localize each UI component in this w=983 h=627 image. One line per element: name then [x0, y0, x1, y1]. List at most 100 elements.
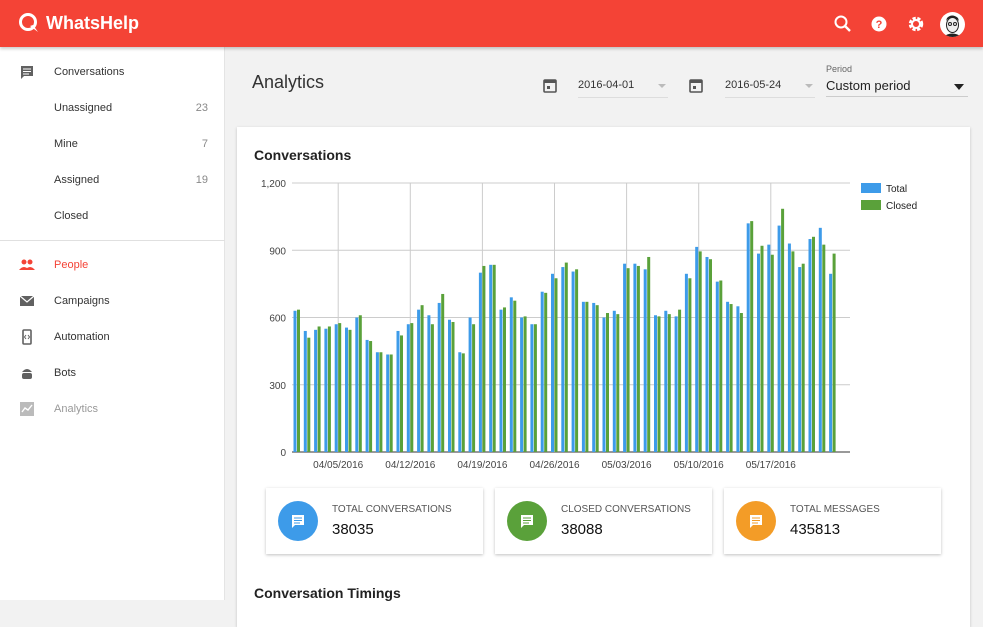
legend-swatch — [861, 183, 881, 193]
bar-closed — [492, 264, 496, 452]
bar-total — [571, 271, 575, 452]
conversations-card: Conversations 0 300 600 900 1,200 04/05/2016 0… — [237, 127, 970, 627]
bar-total — [767, 244, 771, 452]
bar-closed — [482, 265, 486, 452]
bar-closed — [379, 352, 383, 452]
period-select[interactable]: Custom period — [826, 78, 968, 97]
sidebar-item-label: Bots — [54, 367, 77, 379]
legend-label: Closed — [886, 201, 917, 212]
bar-closed — [564, 262, 568, 452]
bar-total — [736, 306, 740, 452]
bar-closed — [441, 293, 445, 452]
bar-closed — [698, 251, 702, 452]
bar-total — [355, 317, 359, 452]
start-date-value: 2016-04-01 — [578, 79, 635, 91]
automation-icon — [22, 329, 32, 345]
sidebar-item-label: Unassigned — [54, 102, 113, 114]
bar-total — [437, 302, 441, 452]
period-label: Period — [826, 64, 853, 74]
avatar[interactable] — [940, 12, 965, 37]
bar-total — [468, 317, 472, 452]
stat-card-total-conversations: TOTAL CONVERSATIONS 38035 — [266, 488, 483, 554]
bar-closed — [472, 324, 476, 452]
sidebar-item-label: Assigned — [54, 174, 100, 186]
dropdown-arrow-icon — [805, 84, 813, 88]
count-badge: 7 — [201, 138, 208, 150]
bar-total — [818, 227, 822, 452]
logo[interactable]: WhatsHelp — [18, 12, 139, 34]
sidebar-item-people[interactable]: People — [0, 247, 225, 283]
bar-total — [551, 273, 554, 452]
sidebar-item-conversations[interactable]: Conversations — [0, 54, 225, 90]
bar-closed — [750, 221, 754, 452]
stat-label: CLOSED CONVERSATIONS — [561, 504, 691, 515]
conversations-chart: 0 300 600 900 1,200 04/05/2016 04/12/2016 04/19… — [261, 179, 917, 471]
stat-label: TOTAL MESSAGES — [790, 504, 880, 515]
bar-total — [314, 329, 318, 452]
bar-closed — [297, 309, 300, 452]
android-icon — [22, 369, 32, 379]
bar-total — [509, 297, 513, 452]
page-title: Analytics — [252, 72, 325, 92]
x-tick-label: 04/19/2016 — [457, 460, 507, 471]
bar-total — [592, 302, 596, 452]
bar-closed — [358, 315, 362, 452]
y-tick-label: 600 — [269, 314, 286, 325]
y-tick-label: 300 — [269, 381, 286, 392]
bar-closed — [451, 321, 455, 452]
bar-closed — [822, 244, 826, 452]
search-icon[interactable] — [833, 14, 853, 34]
section-title-conversation-timings: Conversation Timings — [254, 585, 401, 601]
sidebar-item-automation[interactable]: Automation — [0, 319, 225, 355]
bar-total — [695, 246, 699, 452]
bar-closed — [616, 314, 620, 452]
bar-total — [345, 327, 348, 452]
bar-closed — [327, 326, 331, 452]
sidebar-item-analytics[interactable]: Analytics — [0, 391, 225, 427]
count-badge: 19 — [195, 174, 208, 186]
x-tick-label: 05/10/2016 — [674, 460, 724, 471]
sidebar-item-mine[interactable]: Mine 7 — [0, 126, 225, 162]
calendar-icon[interactable] — [543, 78, 557, 93]
bar-total — [643, 269, 647, 452]
bar-closed — [317, 326, 321, 452]
bar-total — [406, 324, 410, 452]
bar-closed — [606, 313, 609, 452]
sidebar-item-label: People — [54, 259, 89, 271]
bar-closed — [801, 263, 805, 452]
count-badge: 23 — [195, 102, 208, 114]
bar-total — [829, 273, 833, 452]
chat-icon — [21, 66, 33, 79]
bar-closed — [554, 278, 558, 452]
mail-icon — [19, 295, 35, 306]
bar-closed — [770, 254, 774, 452]
chat-icon — [736, 501, 776, 541]
bar-closed — [678, 309, 682, 452]
calendar-icon[interactable] — [689, 78, 703, 93]
logo-icon — [19, 13, 38, 32]
sidebar-item-assigned[interactable]: Assigned 19 — [0, 162, 225, 198]
bar-total — [293, 310, 297, 452]
start-date-input[interactable]: 2016-04-01 — [578, 76, 668, 98]
sidebar-item-label: Conversations — [54, 66, 125, 78]
sidebar-item-campaigns[interactable]: Campaigns — [0, 283, 225, 319]
period-value: Custom period — [826, 78, 911, 93]
sidebar-item-closed[interactable]: Closed — [0, 198, 225, 234]
app-name: WhatsHelp — [46, 12, 140, 33]
bar-total — [726, 301, 730, 452]
stat-value: 38035 — [332, 521, 374, 538]
bar-total — [684, 273, 688, 452]
bar-total — [705, 256, 709, 452]
bar-total — [777, 225, 781, 452]
sidebar-item-unassigned[interactable]: Unassigned 23 — [0, 90, 225, 126]
help-icon[interactable]: ? — [869, 14, 889, 34]
bar-closed — [595, 305, 599, 452]
bar-total — [396, 330, 400, 452]
sidebar-item-bots[interactable]: Bots — [0, 355, 225, 391]
bar-total — [375, 352, 379, 452]
bar-closed — [832, 253, 836, 452]
end-date-input[interactable]: 2016-05-24 — [725, 76, 815, 98]
settings-icon[interactable] — [906, 14, 926, 34]
bar-total — [499, 309, 503, 452]
bar-closed — [338, 323, 342, 452]
